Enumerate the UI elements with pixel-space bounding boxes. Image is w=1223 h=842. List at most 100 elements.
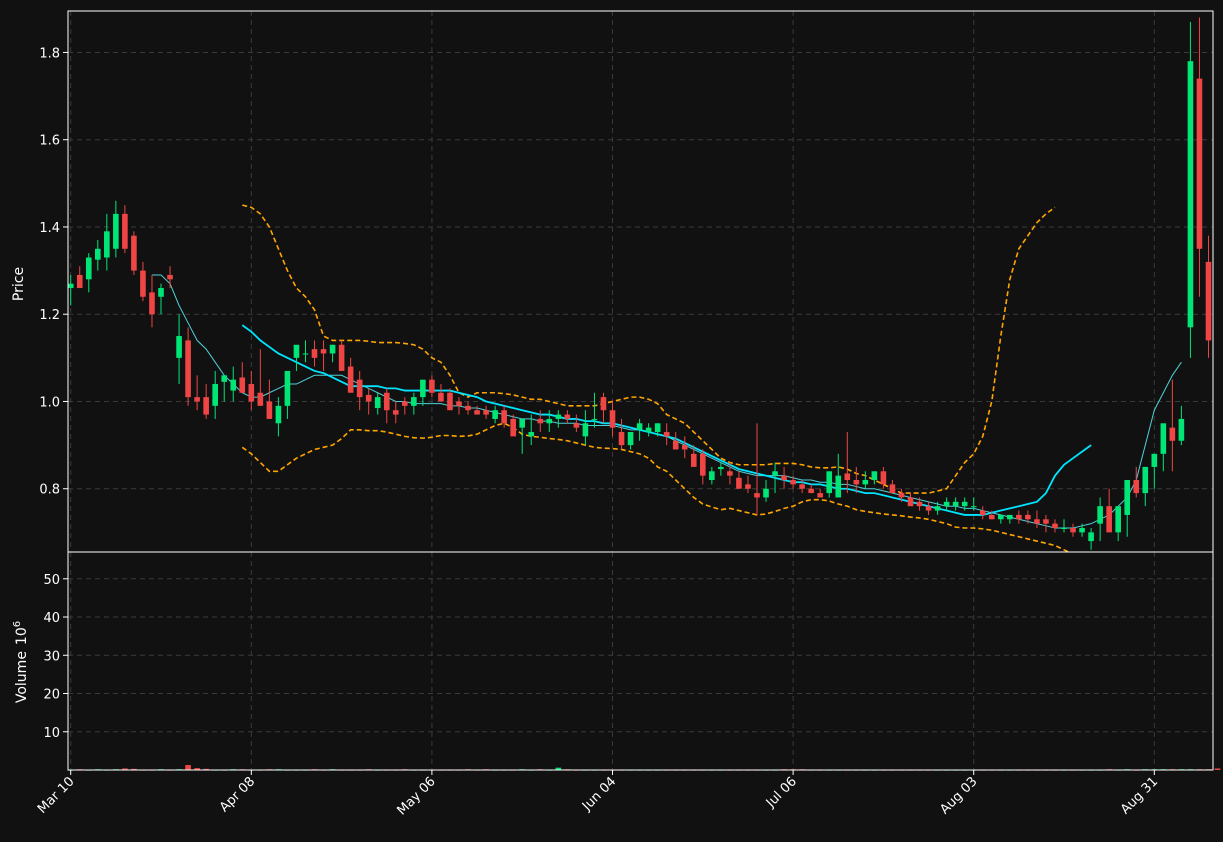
candle-body: [654, 423, 661, 433]
bollinger-upper-line: [242, 204, 1056, 494]
candle-body: [636, 423, 643, 430]
volume-tick-label: 20: [43, 688, 60, 703]
candle-body: [68, 283, 74, 289]
candle-body: [609, 410, 616, 428]
candle-body: [149, 292, 155, 315]
candle-body: [889, 484, 896, 494]
candle-body: [1034, 519, 1040, 524]
candle-body: [1115, 506, 1121, 533]
candle-body: [763, 488, 769, 498]
candle-body: [447, 392, 453, 411]
price-tick-label: 1.2: [39, 308, 60, 323]
price-panel-border: [67, 10, 1214, 553]
candle-body: [194, 397, 200, 402]
candle-body: [943, 501, 950, 507]
candle-body: [988, 514, 995, 520]
candle-body: [1079, 528, 1085, 533]
candle-body: [1043, 519, 1049, 524]
candle-body: [1052, 523, 1058, 529]
candle-body: [979, 510, 986, 515]
candle-body: [1124, 480, 1131, 515]
candle-body: [104, 231, 110, 258]
candle-body: [176, 336, 182, 358]
candle-body: [1088, 532, 1094, 542]
candle-body: [754, 493, 760, 498]
candle-body: [131, 235, 137, 271]
candle-body: [844, 473, 851, 481]
candle-body: [275, 405, 282, 424]
candle-body: [1178, 418, 1185, 441]
candle-body: [853, 480, 860, 485]
candle-body: [591, 418, 598, 420]
candle-body: [302, 353, 309, 355]
candle-body: [492, 410, 498, 419]
candle-body: [808, 488, 814, 494]
candle-body: [709, 471, 715, 481]
date-x-axis: Mar 10 Apr 08 May 06 Jun 04 Jul 06 Aug 03 Aug …: [35, 770, 1161, 818]
candle-body: [411, 397, 417, 406]
volume-bar: [185, 765, 191, 770]
candle-body: [907, 497, 914, 507]
candle-body: [456, 401, 462, 406]
candle-body: [113, 213, 119, 249]
candle-body: [537, 418, 544, 424]
candle-body: [627, 432, 634, 446]
candle-body: [374, 397, 381, 409]
candle-body: [1097, 506, 1103, 524]
candle-body: [1215, 336, 1221, 358]
x-tick-label: Mar 10: [35, 774, 78, 817]
volume-tick-label: 40: [43, 611, 60, 626]
candle-body: [266, 401, 273, 419]
candle-body: [320, 349, 327, 354]
candle-body: [1142, 466, 1149, 494]
candle-body: [510, 418, 516, 437]
candle-body: [718, 466, 724, 470]
candle-body: [1007, 514, 1013, 520]
volume-tick-label: 30: [43, 649, 60, 664]
candle-body: [600, 397, 607, 411]
candle-body: [402, 401, 408, 406]
candle-body: [1025, 514, 1031, 520]
candle-body: [790, 480, 796, 485]
candle-body: [934, 506, 941, 511]
ma-slow-line: [241, 324, 1092, 516]
candle-body: [898, 493, 905, 498]
candle-body: [916, 501, 923, 507]
candle-body: [248, 384, 255, 402]
candle-body: [826, 471, 833, 494]
volume-tick-label: 10: [43, 726, 60, 741]
candle-body: [1133, 480, 1140, 494]
volume-panel-border: [67, 551, 1214, 771]
candle-body: [663, 432, 670, 437]
candle-body: [356, 379, 363, 398]
volume-axis-label: Volume: [14, 651, 30, 703]
candle-body: [140, 270, 146, 297]
candle-body: [519, 418, 526, 428]
candle-body: [1160, 423, 1167, 454]
candle-body: [501, 410, 507, 424]
price-tick-label: 1.0: [39, 395, 60, 410]
candle-body: [528, 432, 535, 437]
candle-body: [817, 493, 823, 498]
candle-body: [311, 349, 318, 358]
candle-body: [555, 414, 562, 419]
candle-body: [76, 274, 83, 289]
candle-body: [420, 379, 426, 398]
volume-panel-frame: [67, 551, 1214, 771]
candle-body: [799, 484, 805, 489]
candle-body: [85, 257, 92, 280]
candle-body: [582, 423, 589, 437]
price-tick-label: 0.8: [39, 483, 60, 498]
price-y-axis: 0.8 1.0 1.2 1.4 1.6 1.8: [39, 46, 68, 498]
price-panel: [68, 17, 1221, 552]
volume-axis-exponent: 6: [12, 621, 23, 627]
candle-body: [474, 410, 480, 415]
candle-body: [94, 248, 101, 260]
candle-body: [690, 453, 697, 467]
candle-body: [745, 484, 751, 489]
volume-panel-grid: [68, 552, 1213, 770]
candle-body: [997, 514, 1004, 520]
price-tick-label: 1.8: [39, 46, 60, 61]
volume-axis-title: Volume106: [12, 621, 30, 703]
candle-body: [230, 379, 237, 391]
